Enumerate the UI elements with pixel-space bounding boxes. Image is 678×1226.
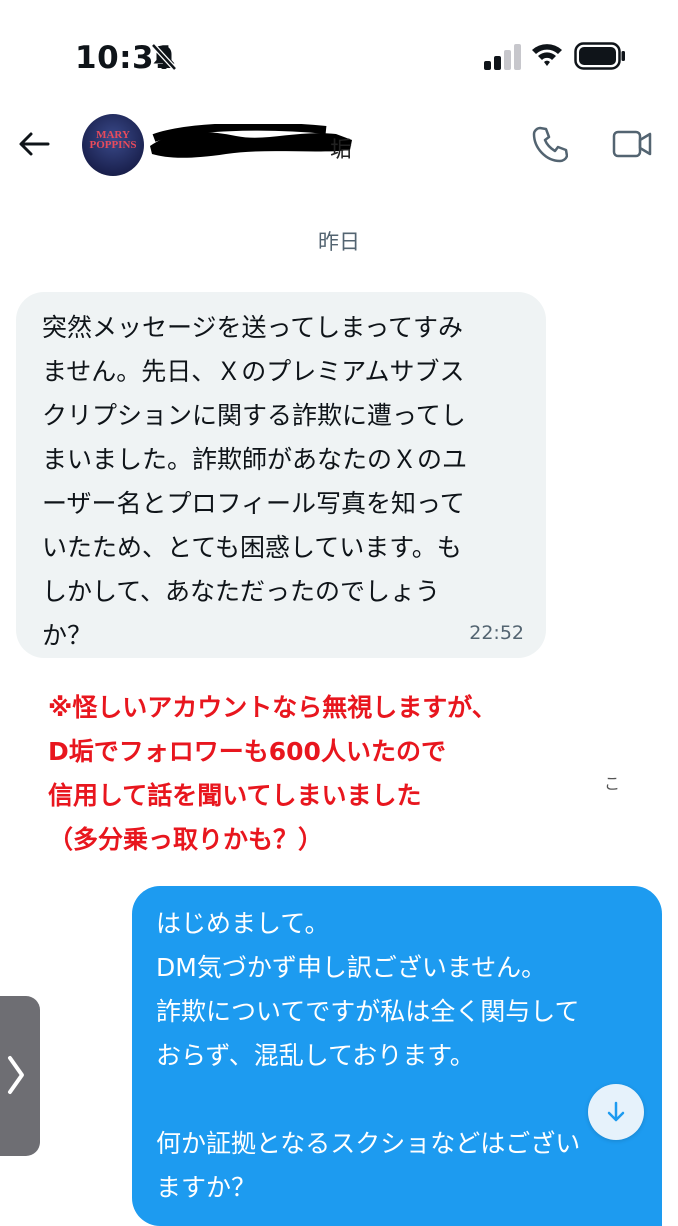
- wifi-icon: [532, 44, 562, 66]
- incoming-message-text: 突然メッセージを送ってしまってすみ ません。先日、Ｘのプレミアムサブス クリプシ…: [42, 313, 468, 650]
- bell-muted-icon: [151, 43, 177, 71]
- phone-icon[interactable]: [532, 124, 568, 164]
- message-timestamp: 22:52: [469, 622, 524, 644]
- username-tail: 垢: [330, 138, 353, 163]
- status-bar: 10:31: [0, 0, 678, 110]
- outgoing-message-text: はじめまして。 DM気づかず申し訳ございません。 詐欺についてですが私は全く関与…: [156, 909, 581, 1202]
- cellular-signal-icon: [484, 44, 521, 70]
- incoming-message-bubble[interactable]: 突然メッセージを送ってしまってすみ ません。先日、Ｘのプレミアムサブス クリプシ…: [16, 292, 546, 658]
- outgoing-message-bubble[interactable]: はじめまして。 DM気づかず申し訳ございません。 詐欺についてですが私は全く関与…: [132, 886, 662, 1226]
- annotation-overlay: ※怪しいアカウントなら無視しますが、 D垢でフォロワーも600人いたので 信用し…: [48, 684, 628, 862]
- avatar[interactable]: MARY POPPINS: [82, 114, 144, 176]
- annotation-line: 信用して話を聞いてしまいました: [48, 781, 422, 810]
- date-separator: 昨日: [318, 230, 360, 254]
- annotation-line: （多分乗っ取りかも？）: [48, 825, 324, 854]
- video-camera-icon[interactable]: [612, 126, 652, 162]
- battery-icon: [574, 42, 625, 70]
- conversation-header: MARY POPPINS 垢: [0, 110, 678, 180]
- back-arrow-icon[interactable]: [16, 126, 52, 162]
- annotation-line: ※怪しいアカウントなら無視しますが、: [48, 693, 497, 722]
- chevron-right-icon: [8, 1056, 24, 1094]
- side-panel-tab[interactable]: [0, 996, 40, 1156]
- scroll-to-bottom-button[interactable]: [588, 1084, 644, 1140]
- annotation-line: D垢でフォロワーも600人いたので: [48, 737, 446, 766]
- avatar-logo-text: MARY POPPINS: [89, 129, 137, 151]
- obscured-text-fragment: こ: [604, 774, 621, 793]
- arrow-down-icon: [607, 1101, 625, 1122]
- redacted-username: [150, 124, 352, 158]
